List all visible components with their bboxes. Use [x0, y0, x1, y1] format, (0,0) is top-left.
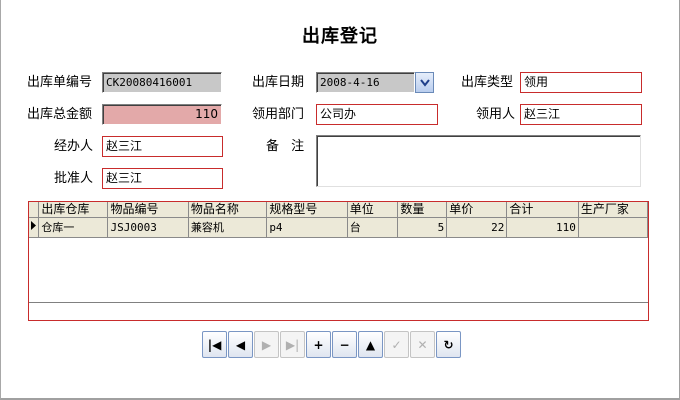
- receiver-field[interactable]: 赵三江: [520, 104, 642, 125]
- page-title: 出库登记: [302, 26, 378, 47]
- last-record-icon: ▶|: [285, 337, 300, 352]
- dept-label: 领用部门: [252, 107, 305, 122]
- next-record-icon: ▶: [261, 337, 272, 352]
- first-record-button[interactable]: |◀: [202, 331, 227, 358]
- handler-field[interactable]: 赵三江: [102, 136, 223, 157]
- total-label: 出库总金额: [27, 107, 93, 122]
- prior-record-icon: ◀: [235, 337, 246, 352]
- minus-icon: −: [339, 337, 350, 352]
- current-row-arrow-icon: [31, 221, 36, 230]
- remark-memo[interactable]: [316, 135, 641, 187]
- order-no-label: 出库单编号: [27, 75, 93, 90]
- cell-item-name[interactable]: 兼容机: [188, 217, 268, 238]
- next-record-button[interactable]: ▶: [254, 331, 279, 358]
- row-indicator: [29, 217, 40, 238]
- date-picker-field[interactable]: 2008-4-16: [316, 72, 415, 93]
- remark-label: 备 注: [266, 139, 305, 154]
- col-header-quantity[interactable]: 数量: [397, 202, 448, 218]
- dept-field[interactable]: 公司办: [316, 104, 438, 125]
- cell-manufacturer[interactable]: [578, 217, 648, 238]
- grid-divider: [29, 302, 648, 303]
- order-no-field[interactable]: CK20080416001: [102, 72, 222, 93]
- first-record-icon: |◀: [207, 337, 222, 352]
- type-field[interactable]: 领用: [520, 72, 642, 93]
- post-edit-button[interactable]: ✓: [384, 331, 409, 358]
- approver-field[interactable]: 赵三江: [102, 168, 223, 189]
- insert-record-button[interactable]: +: [306, 331, 331, 358]
- items-grid[interactable]: 出库仓库 物品编号 物品名称 规格型号 单位 数量 单价 合计 生产厂家 仓库一…: [28, 201, 649, 321]
- col-header-spec[interactable]: 规格型号: [266, 202, 348, 218]
- plus-icon: +: [313, 337, 324, 352]
- refresh-button[interactable]: ↻: [436, 331, 461, 358]
- cell-item-code[interactable]: JSJ0003: [107, 217, 189, 238]
- close-icon: ✕: [417, 337, 428, 352]
- indicator-header-cell: [29, 202, 40, 218]
- prior-record-button[interactable]: ◀: [228, 331, 253, 358]
- edit-record-button[interactable]: ▲: [358, 331, 383, 358]
- refresh-icon: ↻: [443, 337, 454, 352]
- col-header-item-code[interactable]: 物品编号: [107, 202, 189, 218]
- cell-spec[interactable]: p4: [266, 217, 348, 238]
- table-row[interactable]: 仓库一 JSJ0003 兼容机 p4 台 5 22 110: [29, 217, 648, 238]
- col-header-manufacturer[interactable]: 生产厂家: [578, 202, 648, 218]
- col-header-total[interactable]: 合计: [506, 202, 579, 218]
- items-table: 出库仓库 物品编号 物品名称 规格型号 单位 数量 单价 合计 生产厂家 仓库一…: [29, 202, 648, 238]
- grid-header-row: 出库仓库 物品编号 物品名称 规格型号 单位 数量 单价 合计 生产厂家: [29, 202, 648, 218]
- col-header-unit[interactable]: 单位: [347, 202, 399, 218]
- col-header-warehouse[interactable]: 出库仓库: [38, 202, 109, 218]
- chevron-down-icon: [420, 79, 430, 87]
- record-navigator: |◀ ◀ ▶ ▶| + − ▲ ✓ ✕ ↻: [202, 331, 462, 359]
- total-amount-field[interactable]: 110: [102, 104, 222, 125]
- cell-quantity[interactable]: 5: [397, 217, 448, 238]
- cancel-edit-button[interactable]: ✕: [410, 331, 435, 358]
- cell-unit[interactable]: 台: [347, 217, 399, 238]
- cell-unit-price[interactable]: 22: [446, 217, 508, 238]
- delete-record-button[interactable]: −: [332, 331, 357, 358]
- date-label: 出库日期: [252, 75, 305, 90]
- last-record-button[interactable]: ▶|: [280, 331, 305, 358]
- edit-triangle-icon: ▲: [365, 337, 376, 352]
- date-dropdown-button[interactable]: [415, 72, 434, 93]
- col-header-unit-price[interactable]: 单价: [446, 202, 508, 218]
- type-label: 出库类型: [461, 75, 514, 90]
- cell-total[interactable]: 110: [506, 217, 579, 238]
- check-icon: ✓: [391, 337, 402, 352]
- cell-warehouse[interactable]: 仓库一: [38, 217, 109, 238]
- approver-label: 批准人: [54, 171, 94, 186]
- col-header-item-name[interactable]: 物品名称: [188, 202, 268, 218]
- receiver-label: 领用人: [476, 107, 516, 122]
- handler-label: 经办人: [54, 139, 94, 154]
